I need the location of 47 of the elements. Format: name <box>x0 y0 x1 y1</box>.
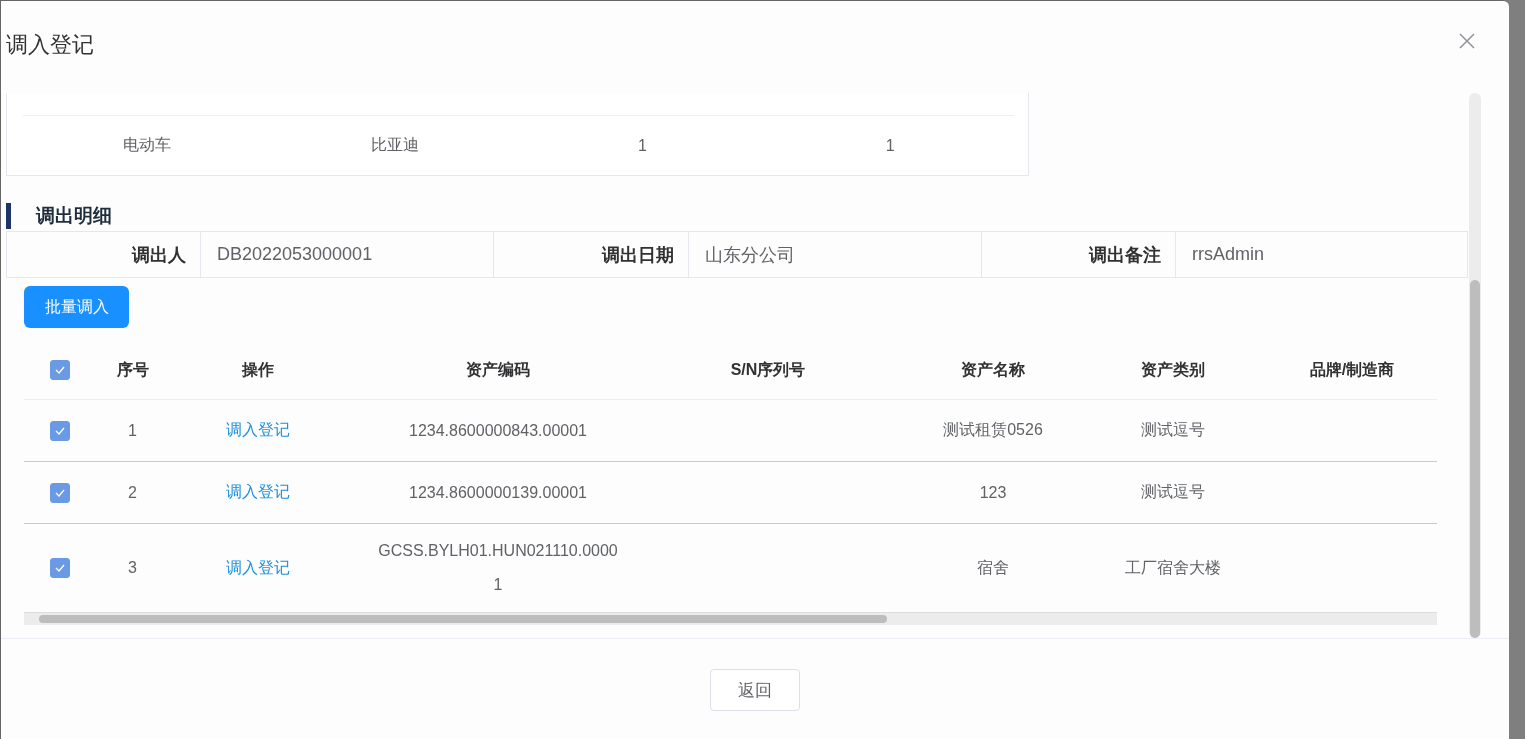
column-header: 资产名称 <box>961 359 1025 380</box>
table-cell-text: 测试逗号 <box>1141 482 1205 502</box>
column-header: S/N序列号 <box>730 359 806 380</box>
field-label: 调出人 <box>7 232 201 277</box>
field-label: 调出备注 <box>982 232 1176 277</box>
column-header: 操作 <box>242 359 274 380</box>
horizontal-scrollbar[interactable] <box>24 612 1437 625</box>
batch-transfer-button[interactable]: 批量调入 <box>24 286 129 328</box>
table-cell-text: 电动车 <box>121 135 172 155</box>
table-cell: 2 <box>128 483 137 502</box>
close-icon[interactable] <box>1459 33 1475 49</box>
field-value: 山东分公司 <box>689 232 982 277</box>
table-cell-text: 工厂宿舍大楼 <box>1125 557 1221 578</box>
back-button[interactable]: 返回 <box>710 669 800 711</box>
field-value: DB2022053000001 <box>201 232 494 277</box>
table-cell-text: GCSS.BYLH01.HUN021110.00001 <box>377 541 619 595</box>
table-cell-text: 1234.8600000139.00001 <box>409 482 587 503</box>
column-header: 资产类别 <box>1141 359 1205 380</box>
table-cell-text: 比亚迪 <box>369 135 420 155</box>
check-icon <box>55 426 65 435</box>
table-cell: 123 <box>979 483 1007 502</box>
column-header: 序号 <box>116 359 149 380</box>
dialog-title: 调入登记 <box>6 31 94 59</box>
row-checkbox[interactable] <box>50 558 70 578</box>
row-checkbox[interactable] <box>50 420 70 441</box>
table-cell-text: 1234.8600000843.00001 <box>409 420 587 441</box>
table-cell: 3 <box>128 559 137 577</box>
section-marker <box>6 203 11 229</box>
table-cell-text: 测试逗号 <box>1141 420 1205 440</box>
column-header: 资产编码 <box>466 359 530 380</box>
check-icon <box>55 564 65 572</box>
table-cell: 1 <box>128 421 137 440</box>
register-link[interactable]: 调入登记 <box>226 557 290 579</box>
select-all-checkbox[interactable] <box>50 360 70 380</box>
field-label: 调出日期 <box>494 232 689 277</box>
table-cell-text: 1 <box>636 136 648 155</box>
row-checkbox[interactable] <box>50 482 70 503</box>
vertical-scrollbar[interactable] <box>1469 93 1481 638</box>
check-icon <box>55 366 65 374</box>
table-cell-text: 宿舍 <box>977 557 1009 578</box>
section-title: 调出明细 <box>36 204 112 228</box>
table-cell-text: 测试租赁0526 <box>943 420 1043 440</box>
register-link[interactable]: 调入登记 <box>226 482 290 503</box>
register-link[interactable]: 调入登记 <box>226 420 290 441</box>
table-cell-text: 1 <box>884 136 896 155</box>
check-icon <box>55 488 65 497</box>
column-header: 品牌/制造商 <box>1309 359 1395 380</box>
